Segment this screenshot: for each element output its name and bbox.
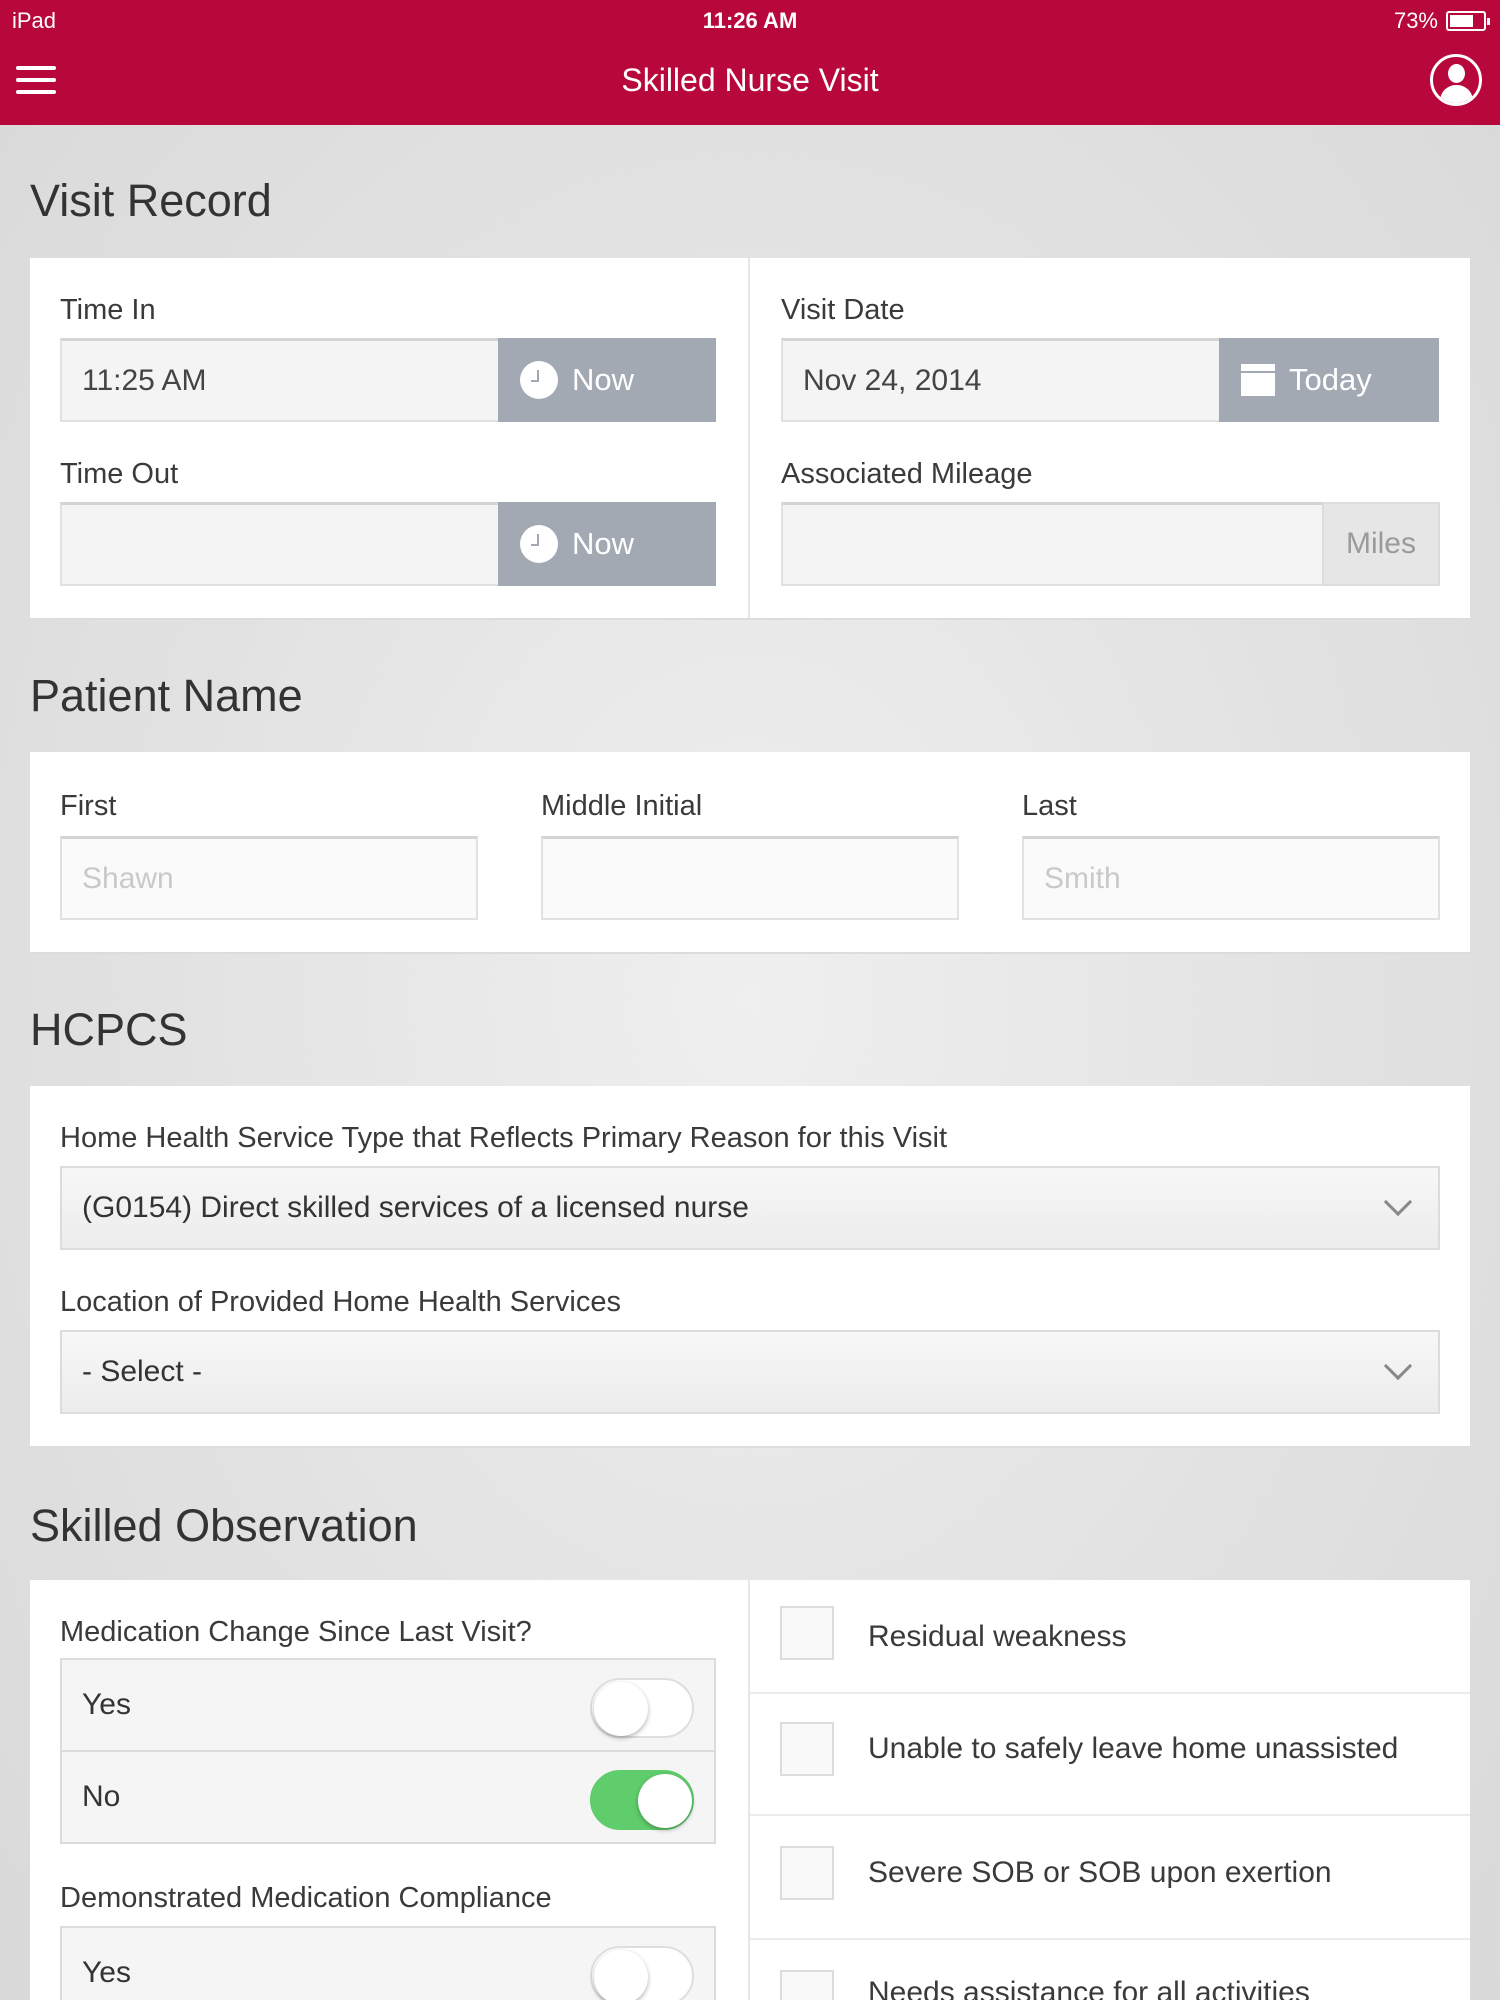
- skilled-observation-card: Medication Change Since Last Visit? Yes …: [30, 1580, 1470, 2000]
- status-battery: 73%: [1393, 8, 1490, 34]
- skilled-observation-title: Skilled Observation: [30, 1500, 418, 1551]
- med-change-no-toggle[interactable]: [590, 1770, 694, 1830]
- compliance-yes-toggle[interactable]: [590, 1946, 694, 2000]
- clock-icon: [520, 525, 558, 563]
- card-divider: [748, 258, 750, 618]
- severe-sob-checkbox[interactable]: [780, 1846, 834, 1900]
- first-name-label: First: [60, 790, 117, 822]
- location-value: - Select -: [82, 1355, 203, 1388]
- miles-unit: Miles: [1322, 502, 1440, 586]
- residual-weakness-checkbox[interactable]: [780, 1606, 834, 1660]
- page-title: Skilled Nurse Visit: [621, 62, 879, 98]
- mileage-label: Associated Mileage: [781, 458, 1033, 490]
- status-time: 11:26 AM: [702, 8, 798, 33]
- time-out-label: Time Out: [60, 458, 179, 490]
- hcpcs-title: HCPCS: [30, 1004, 188, 1055]
- middle-initial-input[interactable]: [541, 836, 959, 920]
- calendar-icon: [1241, 364, 1275, 396]
- chevron-down-icon: [1383, 1187, 1413, 1217]
- battery-icon: [1446, 11, 1490, 31]
- observation-checklist: Residual weakness Unable to safely leave…: [750, 1580, 1470, 2000]
- med-change-label: Medication Change Since Last Visit?: [60, 1616, 532, 1648]
- last-name-input[interactable]: Smith: [1022, 836, 1440, 920]
- time-out-input[interactable]: [60, 502, 500, 586]
- today-label: Today: [1289, 362, 1372, 397]
- time-in-input[interactable]: 11:25 AM: [60, 338, 500, 422]
- first-name-input[interactable]: Shawn: [60, 836, 478, 920]
- visit-date-input[interactable]: Nov 24, 2014: [781, 338, 1221, 422]
- visit-date-label: Visit Date: [781, 294, 905, 326]
- patient-name-title: Patient Name: [30, 670, 303, 721]
- check-label: Severe SOB or SOB upon exertion: [868, 1856, 1332, 1889]
- yes-label: Yes: [82, 1688, 131, 1721]
- list-item: Severe SOB or SOB upon exertion: [750, 1816, 1470, 1940]
- yes-label: Yes: [82, 1956, 131, 1989]
- location-label: Location of Provided Home Health Service…: [60, 1286, 621, 1318]
- med-change-yes-row: Yes: [60, 1658, 716, 1752]
- service-type-value: (G0154) Direct skilled services of a lic…: [82, 1191, 749, 1224]
- compliance-yes-row: Yes: [60, 1926, 716, 2000]
- clock-icon: [520, 361, 558, 399]
- check-label: Unable to safely leave home unassisted: [868, 1732, 1399, 1765]
- now-label: Now: [572, 526, 635, 561]
- battery-percent: 73%: [1393, 8, 1438, 33]
- check-label: Needs assistance for all activities: [868, 1976, 1310, 2000]
- chevron-down-icon: [1383, 1351, 1413, 1381]
- patient-name-card: First Shawn Middle Initial Last Smith: [30, 752, 1470, 954]
- last-name-label: Last: [1022, 790, 1077, 822]
- user-avatar-icon[interactable]: [1430, 54, 1482, 106]
- list-item: Residual weakness: [750, 1580, 1470, 1694]
- middle-initial-label: Middle Initial: [541, 790, 703, 822]
- med-change-no-row: No: [60, 1750, 716, 1844]
- time-in-label: Time In: [60, 294, 156, 326]
- service-type-label: Home Health Service Type that Reflects P…: [60, 1122, 948, 1154]
- needs-assistance-checkbox[interactable]: [780, 1970, 834, 2000]
- today-button[interactable]: Today: [1219, 338, 1439, 422]
- navigation-bar: iPad 11:26 AM 73% Skilled Nurse Visit: [0, 0, 1500, 125]
- hcpcs-card: Home Health Service Type that Reflects P…: [30, 1086, 1470, 1448]
- now-label: Now: [572, 362, 635, 397]
- time-out-now-button[interactable]: Now: [498, 502, 716, 586]
- visit-record-title: Visit Record: [30, 175, 272, 226]
- mileage-input[interactable]: [781, 502, 1325, 586]
- no-label: No: [82, 1780, 121, 1813]
- service-type-select[interactable]: (G0154) Direct skilled services of a lic…: [60, 1166, 1440, 1250]
- unable-leave-home-checkbox[interactable]: [780, 1722, 834, 1776]
- time-in-now-button[interactable]: Now: [498, 338, 716, 422]
- list-item: Needs assistance for all activities: [750, 1940, 1470, 2000]
- location-select[interactable]: - Select -: [60, 1330, 1440, 1414]
- compliance-label: Demonstrated Medication Compliance: [60, 1882, 552, 1914]
- list-item: Unable to safely leave home unassisted: [750, 1694, 1470, 1816]
- med-change-yes-toggle[interactable]: [590, 1678, 694, 1738]
- check-label: Residual weakness: [868, 1620, 1127, 1653]
- visit-record-card: Time In 11:25 AM Now Time Out Now Visit …: [30, 258, 1470, 620]
